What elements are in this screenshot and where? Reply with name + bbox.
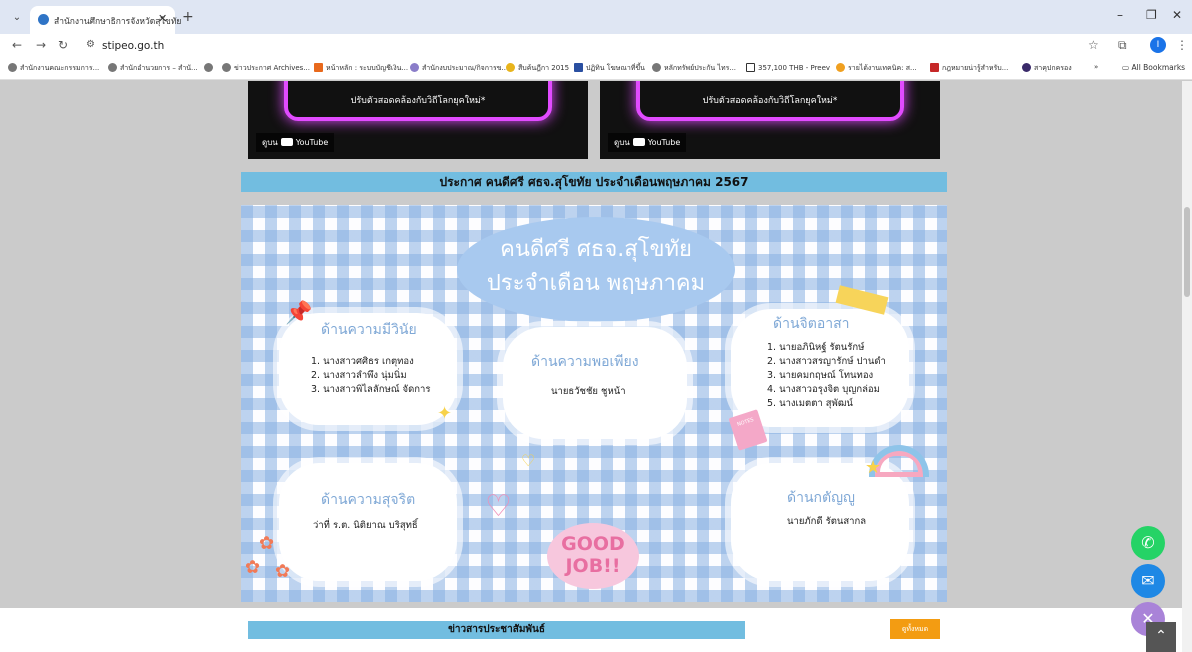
back-to-top-button[interactable]: ⌃ <box>1146 622 1176 652</box>
site-favicon-icon <box>38 14 49 25</box>
discipline-name: 3. นางสาวพิไลลักษณ์ จัดการ <box>311 384 431 395</box>
bookmark-item[interactable]: หลักทรัพย์ประกัน ไทร... <box>652 63 736 74</box>
sparkle-star-icon: ✦ <box>437 403 453 424</box>
volunteer-name: 5. นางเมตตา สุพัฒน์ <box>767 398 853 409</box>
phone-button[interactable]: ✆ <box>1131 526 1165 560</box>
watch-on-youtube-button[interactable]: ดูบน YouTube <box>256 133 335 152</box>
bookmark-favicon-icon <box>836 63 845 72</box>
youtube-logo-icon <box>280 138 293 146</box>
tab-search-chevron-icon[interactable]: ⌄ <box>8 9 26 27</box>
pushpin-icon: 📌 <box>285 301 313 326</box>
poster-title: คนดีศรี ศธจ.สุโขทัย ประจำเดือน พฤษภาคม <box>486 237 706 296</box>
volunteer-name: 3. นายคมกฤษณ์ โทนทอง <box>767 370 874 381</box>
all-bookmarks-button[interactable]: ▭ All Bookmarks <box>1122 63 1185 72</box>
page-viewport: ปรับตัวสอดคล้องกับวิถีโลกยุคใหม่* ดูบน Yo… <box>0 81 1182 652</box>
scrollbar-thumb[interactable] <box>1184 207 1190 297</box>
see-all-button[interactable]: ดูทั้งหมด <box>890 619 940 639</box>
bookmark-item[interactable]: สืบค้นฎีกา 2015 <box>506 63 569 74</box>
page-scrollbar[interactable] <box>1182 81 1192 652</box>
heart-icon: ♡ <box>485 489 512 524</box>
bookmark-item[interactable]: รายได้งานเทคนิค: ส... <box>836 63 917 74</box>
new-tab-plus-icon[interactable]: + <box>182 9 194 25</box>
youtube-video-embed[interactable]: ปรับตัวสอดคล้องกับวิถีโลกยุคใหม่* ดูบน Yo… <box>600 81 940 159</box>
small-heart-icon: ♡ <box>521 451 536 470</box>
bookmark-item[interactable] <box>204 63 216 72</box>
bookmark-favicon-icon <box>314 63 323 72</box>
sufficiency-heading: ด้านความพอเพียง <box>531 354 639 370</box>
honesty-heading: ด้านความสุจริต <box>321 492 416 508</box>
flower-icon: ✿ <box>245 557 261 578</box>
discipline-name: 2. นางสาวลำพึง นุ่มนิ่ม <box>311 370 407 381</box>
reload-icon[interactable]: ↻ <box>58 38 68 52</box>
close-window-icon[interactable]: ✕ <box>1172 8 1182 22</box>
news-heading: ข่าวสารประชาสัมพันธ์ <box>248 621 745 639</box>
flower-icon: ✿ <box>259 533 275 554</box>
volunteer-heading: ด้านจิตอาสา <box>773 316 850 332</box>
back-arrow-icon[interactable]: ← <box>12 38 22 52</box>
sufficiency-name: นายธวัชชัย ชูหน้า <box>551 386 626 397</box>
volunteer-name: 2. นางสาวสรญารักษ์ ปานดำ <box>767 356 886 367</box>
gratitude-name: นายภักดี รัตนสากล <box>787 516 867 527</box>
youtube-logo-icon <box>632 138 645 146</box>
bookmark-favicon-icon <box>410 63 419 72</box>
announcement-banner: ประกาศ คนดีศรี ศธจ.สุโขทัย ประจำเดือนพฤษ… <box>241 172 947 192</box>
bookmark-favicon-icon <box>506 63 515 72</box>
url-text: stipeo.go.th <box>102 40 165 52</box>
bookmark-item[interactable]: สำนักงานคณะกรรมการ... <box>8 63 99 74</box>
video-caption: ปรับตัวสอดคล้องกับวิถีโลกยุคใหม่* <box>702 96 838 106</box>
bookmark-item[interactable]: สาคุปกครอง <box>1022 63 1072 74</box>
flower-icon: ✿ <box>275 561 291 582</box>
volunteer-name: 1. นายอภินิหฐ์ รัตนรักษ์ <box>767 342 865 353</box>
honesty-name: ว่าที่ ร.ต. นิติยาณ บริสุทธิ์ <box>313 520 418 531</box>
bookmark-item[interactable]: ข่าวประกาศ Archives... <box>222 63 310 74</box>
bookmark-favicon-icon <box>746 63 755 72</box>
more-menu-icon[interactable]: ⋮ <box>1176 38 1188 52</box>
bookmark-item[interactable]: 357,100 THB - Preev <box>746 63 830 72</box>
bookmark-favicon-icon <box>8 63 17 72</box>
bookmark-favicon-icon <box>574 63 583 72</box>
forward-arrow-icon[interactable]: → <box>36 38 46 52</box>
watch-on-youtube-button[interactable]: ดูบน YouTube <box>608 133 687 152</box>
chevron-up-icon: ⌃ <box>1155 628 1167 644</box>
messenger-button[interactable]: ✉ <box>1131 564 1165 598</box>
browser-toolbar: ← → ↻ ⚙ stipeo.go.th ☆ ⧉ I ⋮ <box>0 34 1192 58</box>
profile-avatar[interactable]: I <box>1150 37 1166 53</box>
restore-icon[interactable]: ❐ <box>1146 8 1157 22</box>
good-job-sticker: GOOD JOB!! <box>547 523 639 589</box>
gratitude-heading: ด้านกตัญญู <box>787 490 855 506</box>
site-info-icon[interactable]: ⚙ <box>86 39 95 50</box>
good-people-poster: คนดีศรี ศธจ.สุโขทัย ประจำเดือน พฤษภาคม 📌… <box>241 205 947 602</box>
bookmark-item[interactable]: สำนักงบประมาณ/กิจการข... <box>410 63 508 74</box>
sufficiency-cloud <box>503 327 687 439</box>
extensions-icon[interactable]: ⧉ <box>1118 38 1127 53</box>
bookmark-favicon-icon <box>930 63 939 72</box>
globe-icon <box>652 63 661 72</box>
more-bookmarks-chevron-icon[interactable]: » <box>1094 63 1098 71</box>
browser-tab-bar: ⌄ สำนักงานศึกษาธิการจังหวัดสุโขทัย ✕ + –… <box>0 0 1192 34</box>
bookmark-item[interactable]: กฎหมายน่ารู้สำหรับ... <box>930 63 1008 74</box>
bookmark-favicon-icon <box>1022 63 1031 72</box>
volunteer-name: 4. นางสาวอรุงจิต บุญกล่อม <box>767 384 880 395</box>
bookmarks-bar: สำนักงานคณะกรรมการ... สำนักอำนวยการ – สำ… <box>0 58 1192 80</box>
minimize-icon[interactable]: – <box>1117 8 1123 22</box>
browser-tab[interactable]: สำนักงานศึกษาธิการจังหวัดสุโขทัย ✕ <box>30 6 181 34</box>
address-bar[interactable]: ⚙ stipeo.go.th <box>78 36 1078 56</box>
bookmark-favicon-icon <box>222 63 231 72</box>
shooting-star-icon: ★ <box>865 457 882 478</box>
messenger-icon: ✉ <box>1141 571 1155 590</box>
youtube-video-embed[interactable]: ปรับตัวสอดคล้องกับวิถีโลกยุคใหม่* ดูบน Yo… <box>248 81 588 159</box>
phone-icon: ✆ <box>1141 533 1155 552</box>
discipline-name: 1. นางสาวศศิธร เกตุทอง <box>311 356 414 367</box>
video-caption: ปรับตัวสอดคล้องกับวิถีโลกยุคใหม่* <box>350 96 486 106</box>
bookmark-item[interactable]: สำนักอำนวยการ – สำนั... <box>108 63 198 74</box>
bookmark-star-icon[interactable]: ☆ <box>1088 38 1099 52</box>
discipline-heading: ด้านความมีวินัย <box>321 322 417 338</box>
bookmark-item[interactable]: ปฏิทิน โฆษณาที่ขึ้น <box>574 63 645 74</box>
globe-icon <box>108 63 117 72</box>
bookmark-item[interactable]: หน้าหลัก : ระบบบัญชีเงิน... <box>314 63 408 74</box>
globe-icon <box>204 63 213 72</box>
close-tab-icon[interactable]: ✕ <box>158 12 167 25</box>
